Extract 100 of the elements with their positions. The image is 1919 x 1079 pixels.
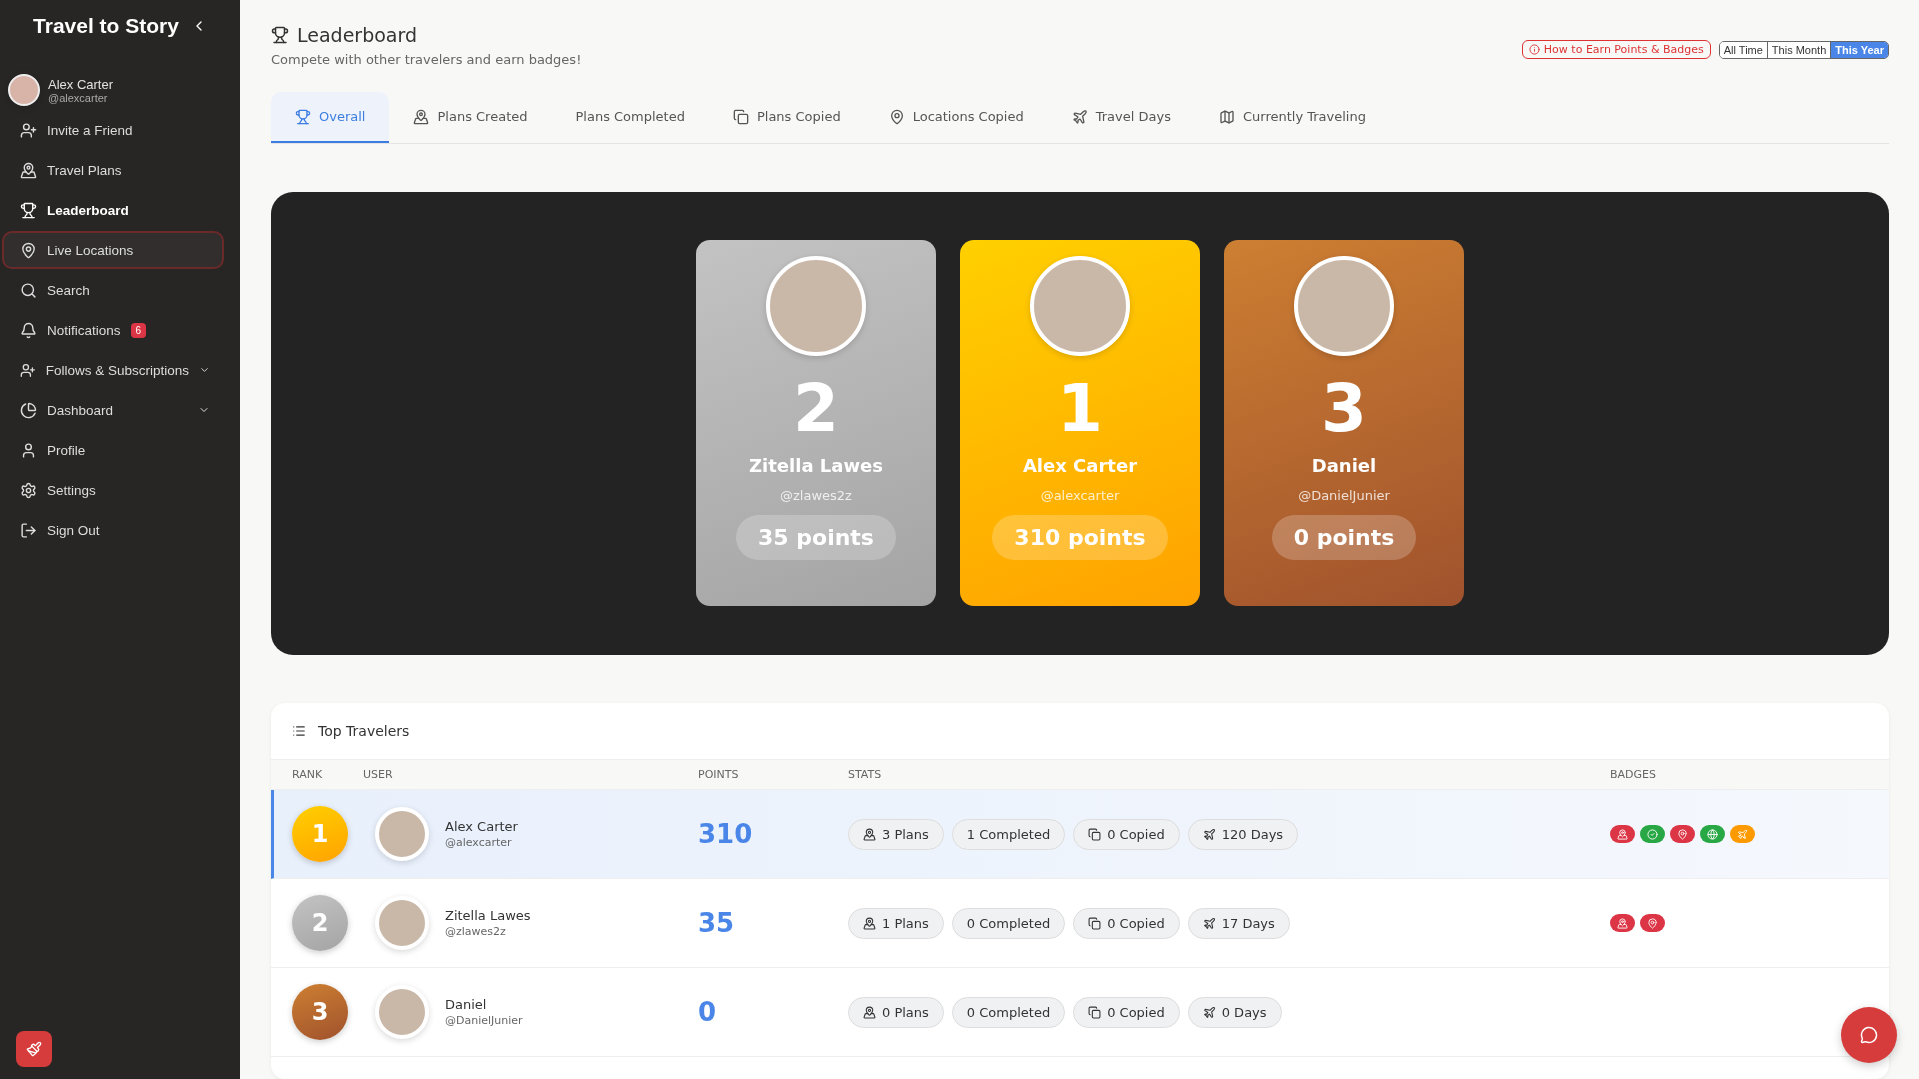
rank-number: 2 [793,370,839,447]
map-pin-icon [863,916,876,930]
points-value: 0 [698,997,718,1027]
column-header: USER [363,768,394,781]
plane-icon [1202,827,1216,841]
stat-chip: 0 Completed [951,907,1066,939]
stat-chip: 120 Days [1187,818,1299,850]
settings-icon [20,481,37,499]
search-icon [20,281,37,299]
copy-icon [1088,916,1102,930]
traveler-row[interactable]: 3 Daniel @DanielJunier 0 0 Plans 0 Completed 0 Copied 0 Days [271,968,1889,1057]
copy-icon [1088,1005,1102,1019]
stat-chip: 0 Copied [1073,818,1180,850]
stat-chip: 1 Plans [848,907,944,939]
bell-icon [20,321,37,339]
tab[interactable]: Overall [271,92,390,143]
column-header: RANK [292,768,324,781]
sidebar-item[interactable]: Profile [2,431,224,469]
stat-chip: 0 Days [1187,996,1282,1028]
plane-icon [1202,916,1216,930]
pie-chart-icon [20,401,37,419]
rank-number: 3 [1321,370,1367,447]
stat-chip: 17 Days [1187,907,1290,939]
traveler-name: Alex Carter [1022,455,1138,476]
card-title: Top Travelers [318,723,410,739]
traveler-name: Zitella Lawes [749,455,883,476]
period-button[interactable]: This Month [1766,41,1831,58]
period-button[interactable]: This Year [1830,41,1888,58]
points-value: 35 [698,908,736,938]
user-avatar[interactable] [8,74,40,106]
map-pin-icon [1617,828,1628,840]
points-pill: 0 points [1271,515,1417,560]
tab[interactable]: Plans Copied [708,92,865,143]
column-header: POINTS [698,768,740,781]
logout-icon [20,521,37,539]
points-pill: 310 points [992,515,1168,560]
map-icon [1218,108,1235,125]
map-pin-icon [413,108,430,125]
tab[interactable]: Plans Created [389,92,552,143]
map-pin-icon [1617,917,1628,929]
map-pin-icon [863,1005,876,1019]
tab[interactable]: Travel Days [1047,92,1195,143]
map-pin-icon [20,161,37,179]
help-link[interactable]: How to Earn Points & Badges [1521,40,1711,59]
traveler-handle: @zlawes2z [780,488,852,503]
page-title: Leaderboard [297,24,417,46]
trophy-icon [20,201,37,219]
traveler-name: Zitella Lawes [445,908,531,923]
location-pin-icon [20,241,37,259]
sidebar-item[interactable]: Sign Out [2,511,224,549]
period-button[interactable]: All Time [1719,41,1767,58]
stat-chip: 1 Completed [951,818,1066,850]
sidebar-item[interactable]: Settings [2,471,224,509]
user-icon [20,441,37,459]
column-header: BADGES [1610,768,1657,781]
tab[interactable]: Plans Completed [551,92,709,143]
rank-badge: 2 [292,895,348,951]
trophy-icon [271,26,289,44]
stat-chip: 0 Copied [1073,996,1180,1028]
location-pin-icon [1647,917,1658,929]
stat-chip: 3 Plans [848,818,944,850]
tab[interactable]: Currently Traveling [1194,92,1390,143]
notification-count: 6 [130,322,147,338]
user-plus-icon [20,121,37,139]
traveler-name: Daniel [445,997,488,1012]
brush-icon [26,1041,42,1057]
traveler-row[interactable]: 1 Alex Carter @alexcarter 310 3 Plans 1 Completed 0 Copied 120 Days [271,790,1889,879]
page-subtitle: Compete with other travelers and earn badges! [271,52,582,67]
rank-number: 1 [1057,370,1103,447]
sidebar-item[interactable]: Invite a Friend [2,111,224,149]
copy-icon [732,108,749,125]
info-icon [1528,44,1540,55]
location-pin-icon [1677,828,1688,840]
sidebar-item[interactable]: Travel Plans [2,151,224,189]
traveler-row[interactable]: 2 Zitella Lawes @zlawes2z 35 1 Plans 0 Completed 0 Copied 17 Days [271,879,1889,968]
traveler-name: Daniel [1311,455,1377,476]
stat-chip: 0 Plans [848,996,944,1028]
avatar [375,807,429,861]
rank-badge: 3 [292,984,348,1040]
user-handle: @alexcarter [48,91,109,104]
traveler-handle: @zlawes2z [445,925,507,938]
sidebar-item[interactable]: Live Locations [2,231,224,269]
traveler-handle: @DanielJunier [445,1014,523,1027]
sidebar-item[interactable]: Leaderboard [2,191,224,229]
traveler-handle: @alexcarter [1040,488,1120,503]
brand-title: Travel to Story [33,14,179,38]
traveler-handle: @alexcarter [445,836,513,849]
theme-button[interactable] [16,1031,52,1067]
globe-icon [1707,828,1718,840]
list-icon [292,724,306,738]
user-name: Alex Carter [48,76,114,92]
column-header: STATS [848,768,883,781]
sidebar-item[interactable]: Notifications 6 [2,311,224,349]
trophy-icon [295,108,311,125]
tab[interactable]: Locations Copied [864,92,1048,143]
points-pill: 35 points [736,515,896,560]
plane-icon [1071,108,1088,125]
sidebar-item[interactable]: Dashboard [2,391,224,429]
sidebar-item[interactable]: Search [2,271,224,309]
sidebar-item[interactable]: Follows & Subscriptions [2,351,224,389]
